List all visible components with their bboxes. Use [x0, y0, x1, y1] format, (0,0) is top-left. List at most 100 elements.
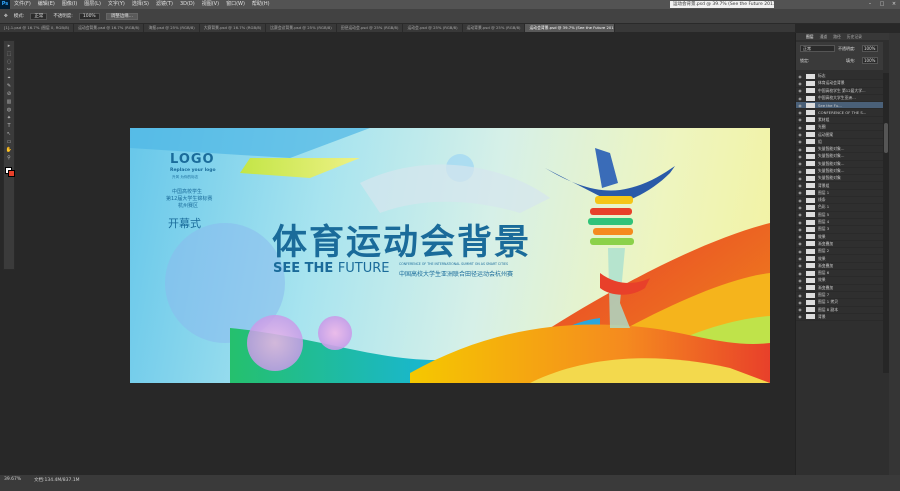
menu-item[interactable]: 图像(I) [62, 0, 77, 9]
document-tab[interactable]: 运动会背景.psd @ 16.7% (RGB/8) [74, 24, 145, 32]
tool-icon[interactable]: ↖ [4, 131, 14, 137]
layer-row[interactable]: ◉ 素材组 [796, 117, 883, 125]
visibility-eye-icon[interactable]: ◉ [796, 278, 804, 283]
document-tab[interactable]: 运动会背景.psd @ 39.7% (See the Future 2011, … [525, 24, 616, 32]
menu-item[interactable]: 图层(L) [84, 0, 101, 9]
layer-row[interactable]: ◉ 图层 3 [796, 226, 883, 234]
visibility-eye-icon[interactable]: ◉ [796, 256, 804, 261]
visibility-eye-icon[interactable]: ◉ [796, 132, 804, 137]
document-tab[interactable]: 运动背景.psd @ 25% (RGB/8) [463, 24, 526, 32]
layer-row[interactable]: ◉ 体育运动会背景 [796, 80, 883, 88]
tool-icon[interactable]: ✎ [4, 83, 14, 89]
background-color-swatch[interactable] [8, 170, 15, 177]
layer-row[interactable]: ◉ 图层 1 拷贝 [796, 299, 883, 307]
menu-item[interactable]: 帮助(H) [252, 0, 270, 9]
layer-row[interactable]: ◉ 矢量智能对象... [796, 146, 883, 154]
layer-row[interactable]: ◉ 标志 [796, 73, 883, 81]
menu-item[interactable]: 滤镜(T) [156, 0, 173, 9]
visibility-eye-icon[interactable]: ◉ [796, 147, 804, 152]
menu-item[interactable]: 编辑(E) [38, 0, 55, 9]
visibility-eye-icon[interactable]: ◉ [796, 117, 804, 122]
layer-row[interactable]: ◉ 光圈 [796, 124, 883, 132]
panel-tab[interactable]: 历史记录 [847, 33, 862, 40]
visibility-eye-icon[interactable]: ◉ [796, 227, 804, 232]
visibility-eye-icon[interactable]: ◉ [796, 74, 804, 79]
layer-opacity-field[interactable]: 100% [862, 45, 878, 52]
visibility-eye-icon[interactable]: ◉ [796, 307, 804, 312]
visibility-eye-icon[interactable]: ◉ [796, 293, 804, 298]
layer-row[interactable]: ◉ 背景 [796, 314, 883, 322]
layer-row[interactable]: ◉ 图层 5 [796, 212, 883, 219]
tool-icon[interactable]: ⊘ [4, 91, 14, 97]
document-tab[interactable]: [1]-1.psd @ 16.7% (图层 0, RGB/8) [0, 24, 75, 32]
mode-select[interactable]: 正常 [30, 12, 48, 20]
opacity-field[interactable]: 100% [78, 12, 100, 20]
document-tab[interactable]: 比赛会议背景.psd @ 25% (RGB/8) [266, 24, 337, 32]
layer-row[interactable]: ◉ 效果 [796, 277, 883, 285]
layer-row[interactable]: ◉ 背景组 [796, 182, 883, 190]
visibility-eye-icon[interactable]: ◉ [796, 212, 804, 217]
fill-field[interactable]: 100% [862, 57, 878, 64]
document-canvas[interactable]: LOGO Replace your logo 升风 为你的标志 中国高校学生 第… [130, 128, 770, 383]
tool-icon[interactable]: ◌ [4, 59, 14, 65]
close-button[interactable]: × [888, 0, 900, 9]
layer-row[interactable]: ◉ 中国高校学生 第12届大学... [796, 88, 883, 95]
menu-item[interactable]: 3D(D) [180, 0, 195, 9]
tool-icon[interactable]: ▥ [4, 99, 14, 105]
tool-icon[interactable]: ◍ [4, 107, 14, 113]
tool-icon[interactable]: ▸ [4, 43, 14, 49]
tool-icon[interactable]: ▭ [4, 139, 14, 145]
visibility-eye-icon[interactable]: ◉ [796, 176, 804, 181]
visibility-eye-icon[interactable]: ◉ [796, 139, 804, 144]
layer-row[interactable]: ◉ 中国高校大学生亚洲... [796, 95, 883, 103]
maximize-button[interactable]: □ [876, 0, 888, 9]
menu-item[interactable]: 选择(S) [132, 0, 149, 9]
layer-row[interactable]: ◉ CONFERENCE OF THE S... [796, 109, 883, 117]
layer-row[interactable]: ◉ 效果 [796, 234, 883, 241]
tool-icon[interactable]: ✂ [4, 67, 14, 73]
tool-icon[interactable]: ⌖ [4, 75, 14, 81]
visibility-eye-icon[interactable]: ◉ [796, 103, 804, 108]
layer-row[interactable]: ◉ See the Fu... [796, 102, 883, 110]
visibility-eye-icon[interactable]: ◉ [796, 198, 804, 203]
tool-icon[interactable]: ✋ [4, 147, 14, 153]
document-tab[interactable]: 田径运动会.psd @ 25% (RGB/8) [337, 24, 404, 32]
tool-icon[interactable]: ✦ [4, 115, 14, 121]
visibility-eye-icon[interactable]: ◉ [796, 234, 804, 239]
layer-row[interactable]: ◉ 矢量智能对象... [796, 153, 883, 161]
layer-row[interactable]: ◉ 渐变叠加 [796, 241, 883, 249]
zoom-level[interactable]: 39.67% [4, 477, 21, 482]
menu-item[interactable]: 文件(F) [14, 0, 31, 9]
layer-row[interactable]: ◉ 渐变叠加 [796, 263, 883, 271]
visibility-eye-icon[interactable]: ◉ [796, 110, 804, 115]
blend-mode-select[interactable]: 正常 [800, 45, 835, 52]
layer-row[interactable]: ◉ 色彩 1 [796, 204, 883, 212]
visibility-eye-icon[interactable]: ◉ [796, 81, 804, 86]
layer-row[interactable]: ◉ 图层 8 副本 [796, 307, 883, 314]
visibility-eye-icon[interactable]: ◉ [796, 314, 804, 319]
visibility-eye-icon[interactable]: ◉ [796, 263, 804, 268]
visibility-eye-icon[interactable]: ◉ [796, 249, 804, 254]
menu-item[interactable]: 窗口(W) [226, 0, 245, 9]
document-tab[interactable]: 海报.psd @ 25% (RGB/8) [144, 24, 200, 32]
visibility-eye-icon[interactable]: ◉ [796, 154, 804, 159]
visibility-eye-icon[interactable]: ◉ [796, 271, 804, 276]
panel-tab[interactable]: 图层 [806, 33, 814, 40]
visibility-eye-icon[interactable]: ◉ [796, 161, 804, 166]
tool-icon[interactable]: ⚲ [4, 155, 14, 161]
visibility-eye-icon[interactable]: ◉ [796, 285, 804, 290]
document-tab[interactable]: 大赛背景.psd @ 16.7% (RGB/8) [200, 24, 267, 32]
tool-icon[interactable]: ⬚ [4, 51, 14, 57]
minimize-button[interactable]: – [864, 0, 876, 9]
menu-item[interactable]: 视图(V) [202, 0, 219, 9]
visibility-eye-icon[interactable]: ◉ [796, 169, 804, 174]
layer-row[interactable]: ◉ 图层 2 [796, 248, 883, 256]
menu-item[interactable]: 文字(Y) [108, 0, 125, 9]
layer-row[interactable]: ◉ 图层 7 [796, 292, 883, 300]
layer-row[interactable]: ◉ 渐变叠加 [796, 285, 883, 292]
refine-edge-button[interactable]: 调整边缘... [105, 12, 139, 20]
visibility-eye-icon[interactable]: ◉ [796, 96, 804, 101]
move-tool-icon[interactable]: ✥ [4, 14, 8, 19]
layer-row[interactable]: ◉ 效果 [796, 255, 883, 263]
tool-icon[interactable]: T [4, 123, 14, 129]
